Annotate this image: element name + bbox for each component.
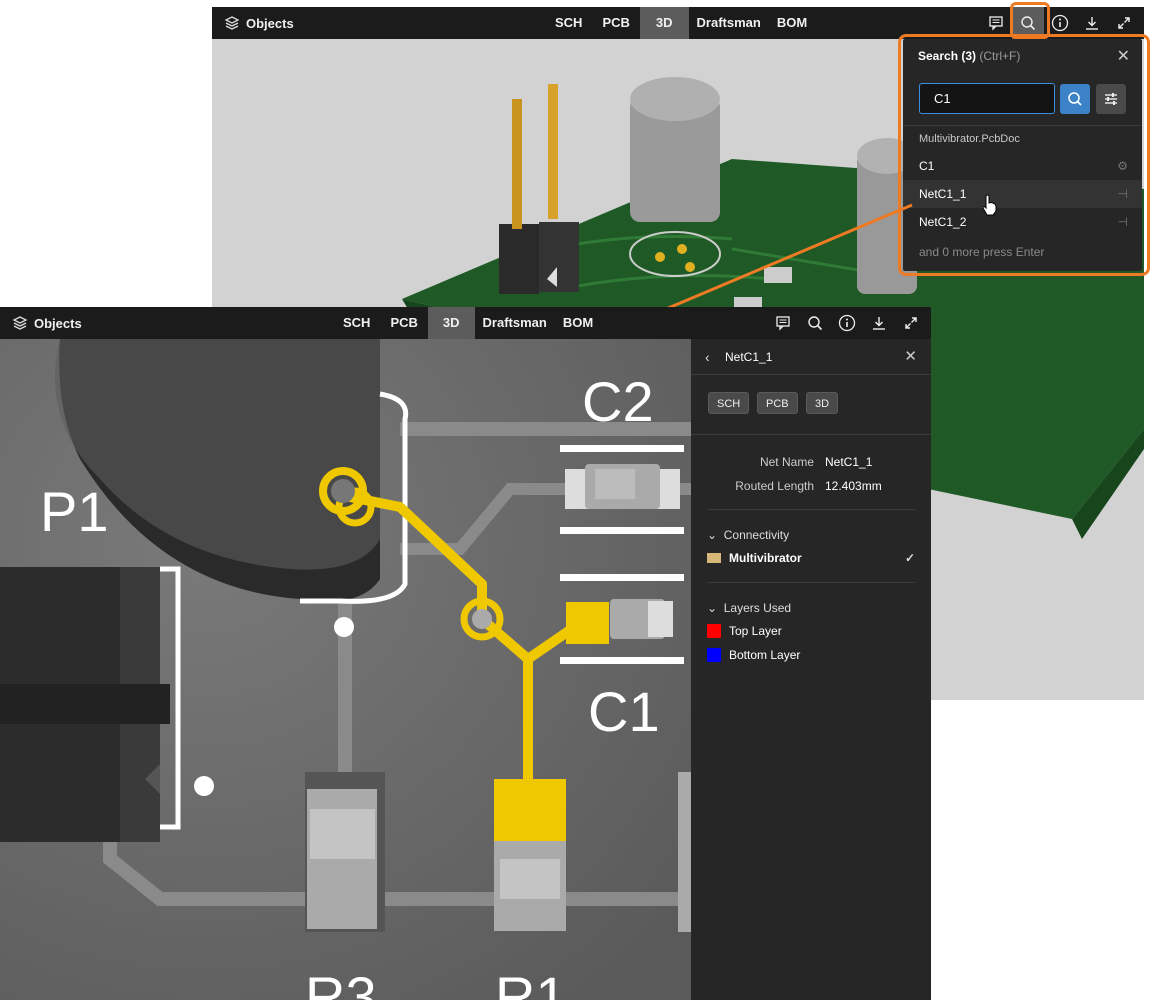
view-sch-button[interactable]: SCH (708, 392, 750, 414)
bottom-viewer-window: P1 C2 C1 R3 R1 Objects SCH PCB 3D Drafts… (0, 307, 931, 1000)
layer-name: Top Layer (729, 624, 782, 638)
panel-title: NetC1_1 (725, 350, 773, 364)
label-c2: C2 (582, 370, 654, 433)
view-pcb-button[interactable]: PCB (757, 392, 798, 414)
divider (707, 582, 915, 583)
layers-icon (12, 316, 28, 330)
view-3d-button[interactable]: 3D (806, 392, 839, 414)
chevron-down-icon: ⌄ (707, 601, 718, 615)
download-icon[interactable] (863, 307, 895, 339)
divider (691, 434, 931, 435)
bottom-toolbar: Objects SCH PCB 3D Draftsman BOM (0, 307, 931, 339)
layers-section-toggle[interactable]: ⌄ Layers Used (707, 601, 791, 615)
connectivity-section-toggle[interactable]: ⌄ Connectivity (707, 528, 789, 542)
connectivity-item[interactable]: Multivibrator ✓ (707, 551, 915, 565)
panel-header: ‹ NetC1_1 ✕ (691, 339, 931, 375)
comment-icon[interactable] (767, 307, 799, 339)
back-arrow-icon[interactable]: ‹ (705, 349, 710, 365)
tab-sch[interactable]: SCH (333, 307, 380, 339)
routed-length-label: Routed Length (735, 479, 814, 493)
net-name-value: NetC1_1 (825, 455, 873, 469)
layer-color-swatch (707, 648, 721, 662)
connectivity-header: Connectivity (723, 528, 790, 542)
label-r1: R1 (495, 965, 567, 1000)
label-c1: C1 (588, 680, 660, 743)
layers-header: Layers Used (723, 601, 792, 615)
tab-3d[interactable]: 3D (427, 307, 475, 339)
search-icon[interactable] (799, 307, 831, 339)
pcb-3d-scene-bottom (0, 339, 691, 1000)
info-icon[interactable] (831, 307, 863, 339)
expand-icon[interactable] (895, 307, 927, 339)
chevron-down-icon: ⌄ (707, 528, 718, 542)
net-properties-panel: ‹ NetC1_1 ✕ SCH PCB 3D Net Name NetC1_1 … (691, 339, 931, 1000)
divider (707, 509, 915, 510)
label-r3: R3 (305, 965, 377, 1000)
connectivity-item-label: Multivibrator (729, 551, 802, 565)
3d-board-view-bottom[interactable]: P1 C2 C1 R3 R1 (0, 339, 691, 1000)
tab-pcb[interactable]: PCB (380, 307, 427, 339)
board-icon (707, 553, 721, 563)
routed-length-value: 12.403mm (825, 479, 882, 493)
label-p1: P1 (40, 480, 109, 543)
objects-label: Objects (34, 315, 82, 331)
objects-button[interactable]: Objects (12, 307, 82, 339)
tab-bom[interactable]: BOM (555, 307, 601, 339)
layer-name: Bottom Layer (729, 648, 801, 662)
net-name-label: Net Name (759, 455, 814, 469)
layer-item-top: Top Layer (707, 624, 782, 638)
checkmark-icon: ✓ (904, 551, 915, 565)
layer-color-swatch (707, 624, 721, 638)
layer-item-bottom: Bottom Layer (707, 648, 800, 662)
close-icon[interactable]: ✕ (904, 347, 917, 365)
tab-draftsman[interactable]: Draftsman (475, 307, 555, 339)
